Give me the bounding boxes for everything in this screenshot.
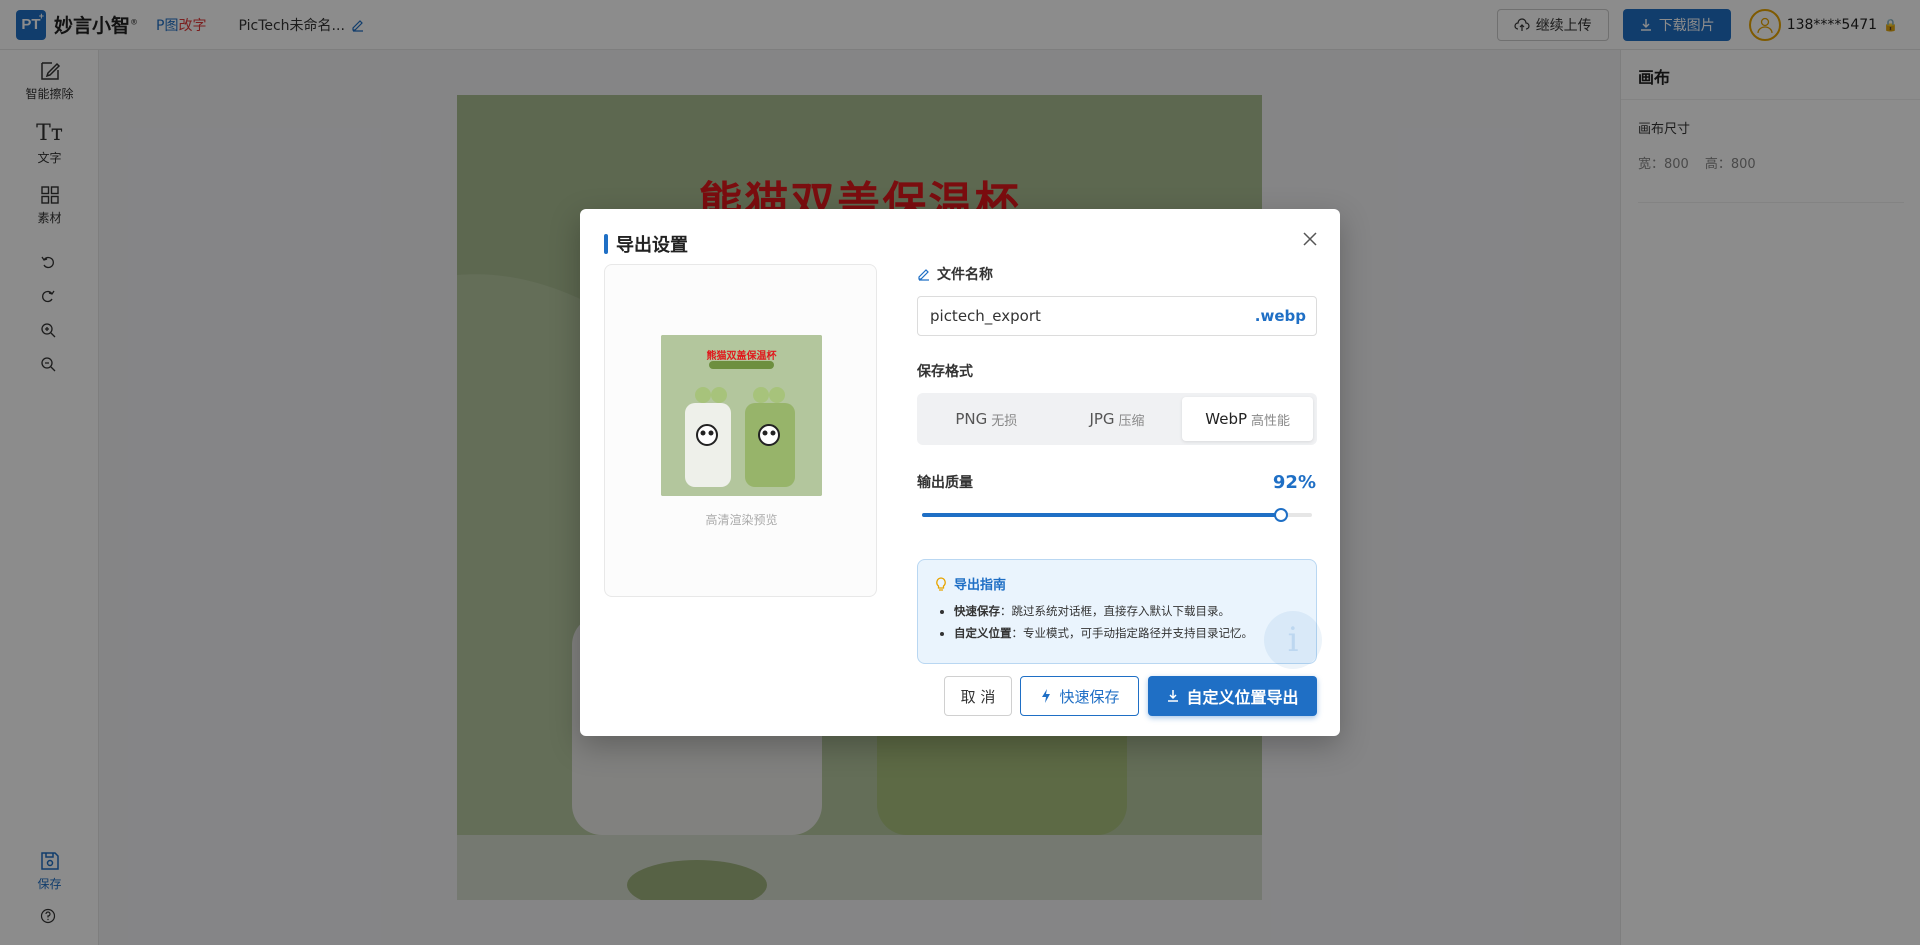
preview-thumbnail: 熊猫双盖保温杯 — [661, 335, 822, 496]
guide-list: 快速保存：跳过系统对话框，直接存入默认下载目录。 自定义位置：专业模式，可手动指… — [934, 603, 1300, 641]
filename-input[interactable]: pictech_export .webp — [917, 296, 1317, 336]
format-name: PNG — [955, 410, 988, 428]
quick-save-button[interactable]: 快速保存 — [1020, 676, 1139, 716]
custom-location-export-button[interactable]: 自定义位置导出 — [1148, 676, 1317, 716]
format-desc: 无损 — [991, 413, 1018, 429]
quality-slider-handle[interactable] — [1273, 508, 1288, 522]
thumbnail-subtitle-bar — [709, 361, 774, 369]
format-name: WebP — [1205, 410, 1248, 428]
cancel-label: 取 消 — [960, 687, 996, 706]
quality-label: 输出质量 — [917, 472, 973, 492]
title-accent-bar — [604, 234, 608, 254]
guide-term: 自定义位置 — [954, 626, 1012, 640]
lightbulb-icon — [936, 576, 946, 591]
cancel-button[interactable]: 取 消 — [944, 676, 1012, 716]
format-label-text: 保存格式 — [917, 364, 973, 380]
format-desc: 高性能 — [1251, 413, 1291, 429]
format-option-jpg[interactable]: JPG 压缩 — [1052, 397, 1183, 441]
quality-slider-fill — [922, 513, 1281, 517]
quality-value: 92% — [1272, 472, 1316, 493]
custom-export-label: 自定义位置导出 — [1186, 688, 1299, 707]
download-icon — [1168, 690, 1179, 702]
filename-value[interactable]: pictech_export — [930, 307, 1041, 325]
format-desc: 压缩 — [1118, 413, 1145, 429]
quality-slider[interactable] — [922, 508, 1312, 522]
format-option-webp[interactable]: WebP 高性能 — [1182, 397, 1314, 441]
guide-term: 快速保存 — [954, 604, 1000, 618]
guide-item: 快速保存：跳过系统对话框，直接存入默认下载目录。 — [954, 603, 1300, 619]
filename-label: 文件名称 — [917, 264, 993, 284]
guide-item: 自定义位置：专业模式，可手动指定路径并支持目录记忆。 — [954, 625, 1300, 641]
thumbnail-headline: 熊猫双盖保温杯 — [706, 351, 777, 362]
quality-label-text: 输出质量 — [917, 475, 973, 491]
guide-text: ：跳过系统对话框，直接存入默认下载目录。 — [1000, 604, 1230, 618]
guide-title: 导出指南 — [934, 574, 1300, 593]
close-icon — [1303, 232, 1317, 246]
format-name: JPG — [1089, 410, 1115, 428]
preview-card: 熊猫双盖保温杯 高清渲染预览 — [604, 264, 877, 597]
format-option-png[interactable]: PNG 无损 — [921, 397, 1052, 441]
dialog-title-text: 导出设置 — [616, 235, 688, 256]
filename-label-text: 文件名称 — [937, 267, 993, 283]
export-settings-dialog: 导出设置 熊猫双盖保温杯 高清渲染预览 文件名称 pictech_export … — [580, 209, 1340, 736]
info-icon: i — [1264, 611, 1322, 669]
preview-caption: 高清渲染预览 — [705, 513, 778, 527]
close-button[interactable] — [1298, 227, 1322, 251]
guide-text: ：专业模式，可手动指定路径并支持目录记忆。 — [1011, 626, 1254, 640]
guide-title-text: 导出指南 — [954, 578, 1007, 593]
quick-save-label: 快速保存 — [1059, 687, 1120, 706]
export-guide: 导出指南 快速保存：跳过系统对话框，直接存入默认下载目录。 自定义位置：专业模式… — [917, 559, 1322, 669]
dialog-title: 导出设置 — [604, 231, 688, 257]
format-label: 保存格式 — [917, 361, 973, 381]
filename-extension: .webp — [1254, 307, 1306, 325]
lightning-icon — [1042, 689, 1051, 703]
format-selector: PNG 无损 JPG 压缩 WebP 高性能 — [917, 393, 1317, 445]
pencil-icon — [918, 269, 929, 281]
